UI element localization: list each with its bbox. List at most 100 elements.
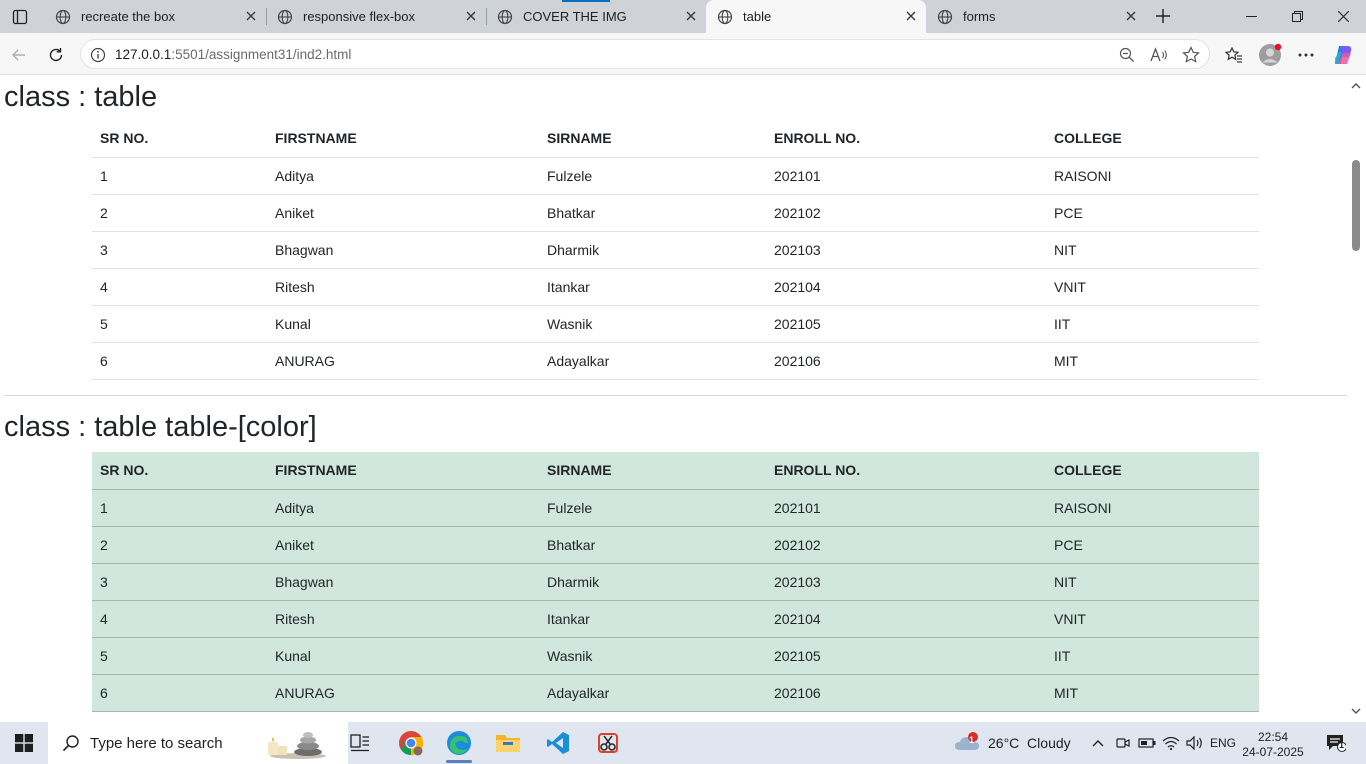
table-cell: Kunal <box>267 305 539 343</box>
table-cell: Fulzele <box>539 157 766 195</box>
weather-widget[interactable]: 1 26°C Cloudy <box>954 722 1071 764</box>
volume-button[interactable] <box>1184 722 1206 764</box>
column-header: SR NO. <box>92 452 267 490</box>
chevron-up-icon <box>1092 740 1104 747</box>
favorites-icon <box>1225 46 1242 63</box>
close-icon[interactable] <box>684 9 698 23</box>
vscode-taskbar-button[interactable] <box>536 722 580 764</box>
tab-forms[interactable]: forms <box>926 0 1146 33</box>
table-cell: 2 <box>92 194 267 232</box>
close-icon[interactable] <box>904 9 918 23</box>
show-hidden-icons-button[interactable] <box>1088 722 1108 764</box>
tab-strip: recreate the box responsive flex-box COV… <box>0 0 1366 33</box>
table-cell: MIT <box>1046 674 1259 712</box>
folder-icon <box>496 735 520 752</box>
table-header-row: SR NO. FIRSTNAME SIRNAME ENROLL NO. COLLEGE <box>92 120 1259 158</box>
table-cell: 202104 <box>766 268 1046 306</box>
table-cell: ANURAG <box>267 674 539 712</box>
settings-more-button[interactable] <box>1292 41 1320 69</box>
table-cell: 202105 <box>766 305 1046 343</box>
zoom-out-icon[interactable] <box>1118 46 1136 64</box>
table-row: 1 Aditya Fulzele 202101 RAISONI <box>92 157 1259 195</box>
table-cell: Dharmik <box>539 231 766 269</box>
start-button[interactable] <box>0 722 48 764</box>
more-icon <box>1298 53 1314 57</box>
wifi-button[interactable] <box>1161 722 1181 764</box>
edge-taskbar-button[interactable] <box>438 722 480 764</box>
column-header: FIRSTNAME <box>267 120 539 158</box>
restore-button[interactable] <box>1274 0 1320 33</box>
table-cell: 202101 <box>766 489 1046 527</box>
back-button[interactable] <box>5 41 33 69</box>
column-header: SIRNAME <box>539 452 766 490</box>
tab-recreate-the-box[interactable]: recreate the box <box>44 0 267 33</box>
task-view-button[interactable] <box>340 722 380 764</box>
notifications-button[interactable]: 1 <box>1318 722 1354 764</box>
table-cell: 1 <box>92 157 267 195</box>
windows-icon <box>15 734 33 752</box>
scroll-up-arrow-icon[interactable] <box>1351 82 1361 90</box>
url-text: 127.0.0.1:5501/assignment31/ind2.html <box>115 47 351 62</box>
new-tab-button[interactable] <box>1150 5 1176 27</box>
refresh-button[interactable] <box>42 41 70 69</box>
tab-responsive-flex-box[interactable]: responsive flex-box <box>266 0 487 33</box>
notification-count: 1 <box>1339 740 1345 750</box>
profile-button[interactable] <box>1256 41 1284 69</box>
column-header: SR NO. <box>92 120 267 158</box>
table-row: 5 Kunal Wasnik 202105 IIT <box>92 637 1259 675</box>
read-aloud-icon[interactable] <box>1150 46 1168 64</box>
globe-icon <box>716 8 734 26</box>
scroll-down-arrow-icon[interactable] <box>1351 707 1361 715</box>
running-indicator <box>446 760 472 763</box>
battery-icon <box>1138 738 1156 748</box>
table-cell: Itankar <box>539 600 766 638</box>
table-cell: Aniket <box>267 526 539 564</box>
arrow-left-icon <box>12 49 25 61</box>
close-icon[interactable] <box>244 9 258 23</box>
taskbar-search-box[interactable]: Type here to search <box>48 722 348 764</box>
meet-now-button[interactable] <box>1114 722 1132 764</box>
copilot-button[interactable] <box>1329 41 1357 69</box>
battery-button[interactable] <box>1137 722 1157 764</box>
info-icon[interactable] <box>89 46 107 64</box>
page-viewport: class : table SR NO. FIRSTNAME SIRNAME ENRO… <box>0 76 1350 722</box>
table-cell: 202104 <box>766 600 1046 638</box>
table-row: 3 Bhagwan Dharmik 202103 NIT <box>92 563 1259 601</box>
tab-table[interactable]: table <box>706 0 926 33</box>
tab-actions-button[interactable] <box>0 0 40 33</box>
minimize-icon <box>1245 16 1257 17</box>
table-cell: Fulzele <box>539 489 766 527</box>
minimize-button[interactable] <box>1228 0 1274 33</box>
table-cell: 5 <box>92 637 267 675</box>
url-field[interactable]: 127.0.0.1:5501/assignment31/ind2.html <box>80 39 1210 69</box>
table-cell: 4 <box>92 268 267 306</box>
chrome-icon <box>399 731 424 756</box>
table-row: 1 Aditya Fulzele 202101 RAISONI <box>92 489 1259 527</box>
tab-label: forms <box>963 9 996 24</box>
clock[interactable]: 22:54 24-07-2025 <box>1240 730 1306 760</box>
scrollbar-thumb[interactable] <box>1352 160 1360 251</box>
favorite-star-icon[interactable] <box>1182 46 1200 64</box>
close-icon[interactable] <box>464 9 478 23</box>
table-cell: 3 <box>92 231 267 269</box>
table-cell: Aditya <box>267 157 539 195</box>
table-row: 6 ANURAG Adayalkar 202106 MIT <box>92 674 1259 712</box>
table-cell: PCE <box>1046 194 1259 232</box>
table-row: 6 ANURAG Adayalkar 202106 MIT <box>92 342 1259 380</box>
table-row: 3 Bhagwan Dharmik 202103 NIT <box>92 231 1259 269</box>
file-explorer-taskbar-button[interactable] <box>486 722 530 764</box>
tab-cover-the-img[interactable]: COVER THE IMG <box>486 0 706 33</box>
globe-icon <box>936 8 954 26</box>
language-indicator[interactable]: ENG <box>1210 722 1236 764</box>
snipping-tool-taskbar-button[interactable] <box>586 722 630 764</box>
chrome-taskbar-button[interactable] <box>390 722 432 764</box>
favorites-button[interactable] <box>1220 41 1248 69</box>
column-header: COLLEGE <box>1046 120 1259 158</box>
table-cell: Wasnik <box>539 305 766 343</box>
close-window-button[interactable] <box>1320 0 1366 33</box>
plus-icon <box>1156 9 1170 23</box>
edge-icon <box>447 731 471 755</box>
table-cell: Bhagwan <box>267 231 539 269</box>
close-icon[interactable] <box>1124 9 1138 23</box>
table-cell: 6 <box>92 342 267 380</box>
